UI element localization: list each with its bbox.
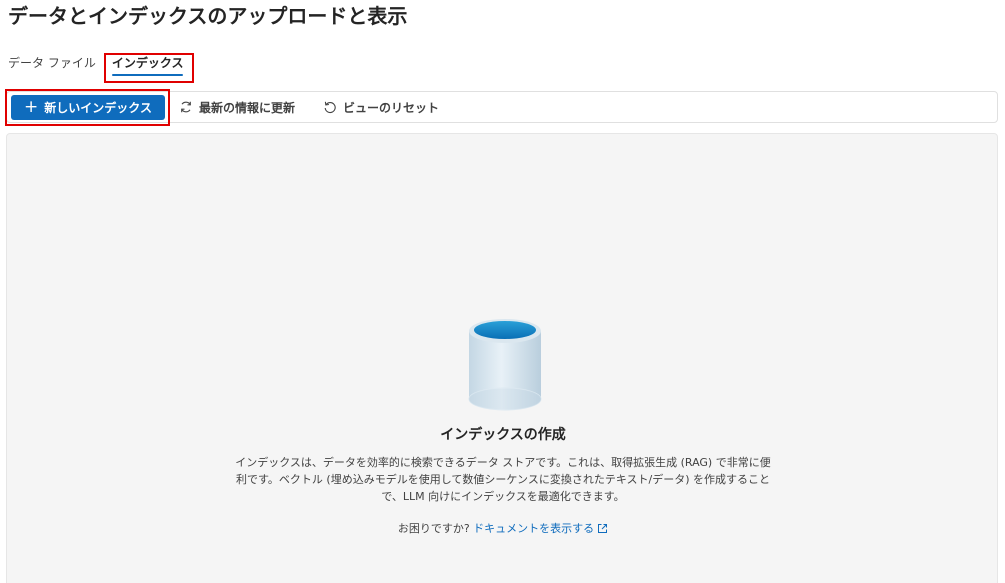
tab-indexes[interactable]: インデックス xyxy=(108,54,188,76)
refresh-icon xyxy=(179,100,193,114)
reset-icon xyxy=(323,100,337,114)
page: データとインデックスのアップロードと表示 データ ファイル インデックス + 新… xyxy=(0,0,1005,583)
reset-view-label: ビューのリセット xyxy=(343,100,440,115)
plus-icon: + xyxy=(24,97,39,117)
empty-state-description: インデックスは、データを効率的に検索できるデータ ストアです。これは、取得拡張生… xyxy=(235,456,771,503)
tab-data-files[interactable]: データ ファイル xyxy=(8,54,96,72)
page-title: データとインデックスのアップロードと表示 xyxy=(8,4,408,28)
documentation-link-label: ドキュメントを表示する xyxy=(473,522,595,535)
help-prefix: お困りですか? xyxy=(397,522,470,535)
external-link-icon xyxy=(597,523,608,537)
tab-list: データ ファイル インデックス xyxy=(8,52,188,76)
new-index-label: 新しいインデックス xyxy=(44,101,152,115)
refresh-button[interactable]: 最新の情報に更新 xyxy=(179,92,295,122)
empty-state-panel: インデックスの作成 インデックスは、データを効率的に検索できるデータ ストアです… xyxy=(6,133,998,583)
documentation-link[interactable]: ドキュメントを表示する xyxy=(473,522,608,535)
refresh-label: 最新の情報に更新 xyxy=(199,100,296,115)
reset-view-button[interactable]: ビューのリセット xyxy=(323,92,439,122)
new-index-button[interactable]: + 新しいインデックス xyxy=(11,95,165,120)
empty-state-title: インデックスの作成 xyxy=(440,427,566,443)
help-line: お困りですか? ドキュメントを表示する xyxy=(7,520,999,537)
toolbar: + 新しいインデックス 最新の情報に更新 ビューのリセット xyxy=(6,91,998,123)
database-icon xyxy=(467,316,543,416)
